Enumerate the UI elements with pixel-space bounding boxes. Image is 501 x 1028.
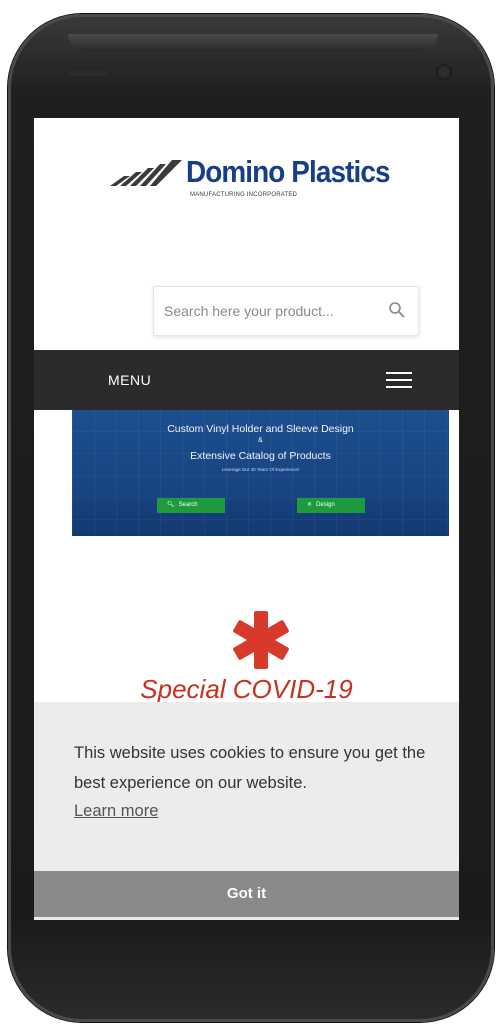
banner-tagline: Leverage Our 40 Years Of Experience! — [221, 467, 300, 472]
banner-design-button[interactable]: ✕ Design — [297, 498, 365, 513]
covid-section-title: Special COVID-19 — [140, 674, 353, 704]
menu-label[interactable]: MENU — [108, 372, 151, 388]
medical-asterisk-icon — [233, 611, 289, 669]
banner-ampersand: & — [258, 437, 263, 444]
tools-icon: ✕ — [307, 502, 313, 508]
domino-logo-icon — [110, 160, 182, 186]
cookie-message: This website uses cookies to ensure you … — [74, 744, 426, 792]
search-icon[interactable] — [388, 301, 406, 319]
cookie-consent-banner: This website uses cookies to ensure you … — [34, 702, 459, 920]
banner-heading-line2: Extensive Catalog of Products — [190, 450, 331, 462]
banner-design-label: Design — [316, 502, 335, 508]
phone-top-highlight — [68, 34, 438, 52]
banner-search-button[interactable]: 🔍︎ Search — [157, 498, 225, 513]
camera-icon — [436, 64, 452, 80]
banner-search-label: Search — [178, 502, 198, 508]
search-icon: 🔍︎ — [167, 502, 175, 508]
banner-heading-line1: Custom Vinyl Holder and Sleeve Design — [167, 423, 354, 435]
logo-wordmark: Domino Plastics — [186, 154, 390, 189]
learn-more-link[interactable]: Learn more — [74, 802, 158, 821]
nav-menu-bar: MENU — [34, 350, 459, 410]
search-input[interactable] — [164, 299, 374, 323]
browser-viewport: Domino Plastics MANUFACTURING INCORPORAT… — [34, 118, 459, 920]
hero-banner: Custom Vinyl Holder and Sleeve Design & … — [72, 410, 449, 536]
search-box — [153, 286, 419, 336]
got-it-button[interactable]: Got it — [34, 871, 459, 917]
logo-tagline: MANUFACTURING INCORPORATED — [190, 192, 298, 198]
phone-speaker — [68, 70, 108, 76]
site-logo[interactable]: Domino Plastics MANUFACTURING INCORPORAT… — [108, 148, 428, 208]
hamburger-icon[interactable] — [386, 372, 412, 390]
